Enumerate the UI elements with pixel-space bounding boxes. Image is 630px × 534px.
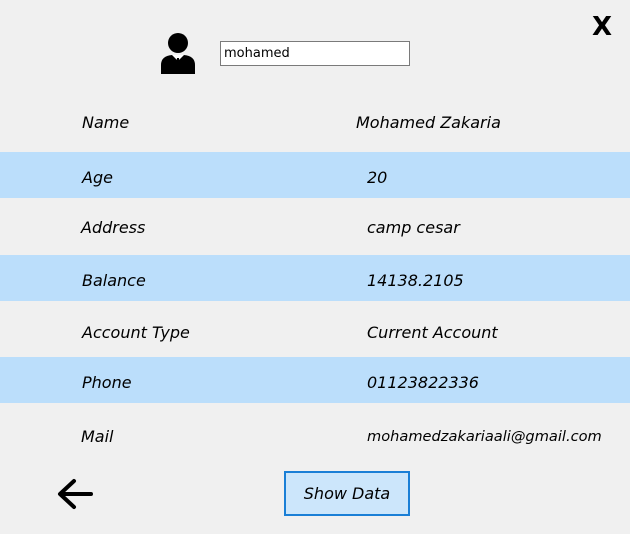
show-data-button[interactable]: Show Data xyxy=(284,471,410,516)
phone-value: 01123822336 xyxy=(367,373,479,392)
name-value: Mohamed Zakaria xyxy=(356,113,501,132)
mail-label: Mail xyxy=(81,427,114,446)
account-type-label: Account Type xyxy=(82,323,190,342)
close-button[interactable]: X xyxy=(588,10,616,44)
arrow-left-icon[interactable] xyxy=(54,476,96,512)
name-label: Name xyxy=(82,113,130,132)
age-value: 20 xyxy=(367,168,388,187)
address-value: camp cesar xyxy=(367,218,460,237)
balance-label: Balance xyxy=(82,271,146,290)
mail-value: mohamedzakariaali@gmail.com xyxy=(367,428,602,445)
phone-label: Phone xyxy=(82,373,132,392)
account-type-value: Current Account xyxy=(367,323,498,342)
user-icon xyxy=(161,33,195,74)
search-input[interactable] xyxy=(220,41,410,66)
balance-value: 14138.2105 xyxy=(367,271,464,290)
address-label: Address xyxy=(81,218,146,237)
age-label: Age xyxy=(82,168,113,187)
